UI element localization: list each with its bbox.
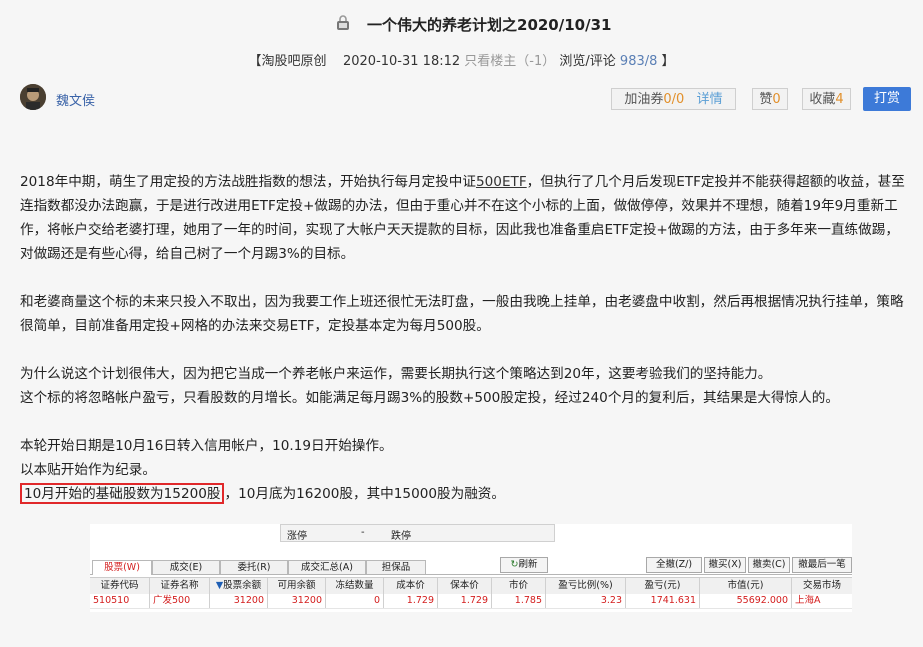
tab-orders[interactable]: 委托(R) bbox=[220, 560, 288, 574]
views-label: 浏览/评论 bbox=[559, 54, 616, 69]
cell-code: 510510 bbox=[90, 594, 150, 608]
trading-screenshot: 涨停 - 跌停 股票(W) 成交(E) 委托(R) 成交汇总(A) 担保品 ↻刷… bbox=[90, 524, 852, 612]
col-balance-label: 股票余额 bbox=[223, 580, 262, 591]
etf-link[interactable]: 500ETF bbox=[476, 174, 527, 190]
cell-name: 广发500 bbox=[150, 594, 210, 608]
paragraph-4: 本轮开始日期是10月16日转入信用帐户，10.19日开始操作。 以本贴开始作为纪… bbox=[20, 434, 910, 506]
coupon-count: 0/0 bbox=[663, 92, 685, 107]
col-pnl-ratio[interactable]: 盈亏比例(%) bbox=[546, 578, 626, 594]
p4-rest: ，10月底为16200股，其中15000股为融资。 bbox=[224, 486, 505, 502]
limit-bar: 涨停 - 跌停 bbox=[280, 524, 555, 542]
like-label: 赞 bbox=[759, 92, 773, 107]
cancel-all-button[interactable]: 全撤(Z/) bbox=[646, 557, 702, 573]
p4-line-3: 10月开始的基础股数为15200股 ，10月底为16200股，其中15000股为融… bbox=[20, 482, 910, 506]
cell-available: 31200 bbox=[268, 594, 326, 608]
paragraph-1: 2018年中期，萌生了用定投的方法战胜指数的想法，开始执行每月定投中证500ET… bbox=[20, 170, 910, 266]
col-exchange[interactable]: 交易市场 bbox=[792, 578, 852, 594]
table-row[interactable]: 510510 广发500 31200 31200 0 1.729 1.729 1… bbox=[90, 594, 852, 609]
cell-breakeven: 1.729 bbox=[438, 594, 492, 608]
col-price[interactable]: 市价 bbox=[492, 578, 546, 594]
tab-trade-summary[interactable]: 成交汇总(A) bbox=[288, 560, 366, 574]
col-cost[interactable]: 成本价 bbox=[384, 578, 438, 594]
p4-line-2: 以本贴开始作为纪录。 bbox=[20, 462, 156, 478]
avatar-image bbox=[20, 84, 46, 110]
collect-button[interactable]: 收藏4 bbox=[802, 88, 851, 110]
avatar[interactable] bbox=[20, 84, 46, 110]
post-meta: 【淘股吧原创 2020-10-31 18:12 只看楼主（-1） 浏览/评论 9… bbox=[0, 50, 923, 69]
cell-market-value: 55692.000 bbox=[700, 594, 792, 608]
paragraph-3: 为什么说这个计划很伟大，因为把它当成一个养老帐户来运作，需要长期执行这个策略达到… bbox=[20, 362, 910, 410]
author-name[interactable]: 魏文侯 bbox=[56, 90, 95, 109]
cell-price: 1.785 bbox=[492, 594, 546, 608]
only-op-link[interactable]: 只看楼主（-1） bbox=[464, 54, 555, 69]
source-label: 【淘股吧原创 bbox=[248, 54, 327, 69]
table-header: 证券代码 证券名称 ▼股票余额 可用余额 冻结数量 成本价 保本价 市价 盈亏比… bbox=[90, 577, 852, 595]
like-count: 0 bbox=[772, 92, 781, 107]
details-link[interactable]: 详情 bbox=[697, 92, 723, 107]
cell-pnl-ratio: 3.23 bbox=[546, 594, 626, 608]
tab-stocks[interactable]: 股票(W) bbox=[92, 560, 152, 575]
collect-label: 收藏 bbox=[809, 92, 836, 107]
post-header: 一个伟大的养老计划之2020/10/31 bbox=[0, 12, 923, 38]
cancel-last-button[interactable]: 撤最后一笔 bbox=[792, 557, 852, 573]
refresh-label: 刷新 bbox=[518, 559, 538, 570]
post-title: 一个伟大的养老计划之2020/10/31 bbox=[367, 16, 612, 34]
p4-line-1: 本轮开始日期是10月16日转入信用帐户，10.19日开始操作。 bbox=[20, 438, 393, 454]
views-count: 983/8 bbox=[619, 54, 658, 69]
cell-frozen: 0 bbox=[326, 594, 384, 608]
col-pnl[interactable]: 盈亏(元) bbox=[626, 578, 700, 594]
col-available[interactable]: 可用余额 bbox=[268, 578, 326, 594]
col-name[interactable]: 证券名称 bbox=[150, 578, 210, 594]
col-breakeven[interactable]: 保本价 bbox=[438, 578, 492, 594]
refresh-button[interactable]: ↻刷新 bbox=[500, 557, 548, 573]
tip-button[interactable]: 打赏 bbox=[863, 87, 911, 111]
limit-up-label: 涨停 bbox=[287, 531, 307, 542]
coupon-button[interactable]: 加油券0/0 详情 bbox=[611, 88, 736, 110]
paragraph-2: 和老婆商量这个标的未来只投入不取出，因为我要工作上班还很忙无法盯盘，一般由我晚上… bbox=[20, 294, 904, 334]
collect-count: 4 bbox=[835, 92, 844, 107]
limit-down-label: 跌停 bbox=[391, 531, 411, 542]
cell-exchange: 上海A bbox=[795, 595, 821, 606]
p3-line-1: 为什么说这个计划很伟大，因为把它当成一个养老帐户来运作，需要长期执行这个策略达到… bbox=[20, 366, 772, 382]
cancel-sell-button[interactable]: 撤卖(C) bbox=[748, 557, 790, 573]
coupon-label: 加油券 bbox=[624, 92, 664, 107]
col-market-value[interactable]: 市值(元) bbox=[700, 578, 792, 594]
p1-text-a: 2018年中期，萌生了用定投的方法战胜指数的想法，开始执行每月定投中证 bbox=[20, 174, 476, 190]
cell-pnl: 1741.631 bbox=[626, 594, 700, 608]
cell-cost: 1.729 bbox=[384, 594, 438, 608]
col-frozen[interactable]: 冻结数量 bbox=[326, 578, 384, 594]
highlighted-text: 10月开始的基础股数为15200股 bbox=[20, 483, 225, 504]
col-balance[interactable]: ▼股票余额 bbox=[210, 578, 268, 594]
lock-icon bbox=[337, 15, 349, 30]
meta-close: 】 bbox=[661, 54, 675, 69]
cell-balance: 31200 bbox=[210, 594, 268, 608]
col-code[interactable]: 证券代码 bbox=[90, 578, 150, 594]
like-button[interactable]: 赞0 bbox=[752, 88, 788, 110]
tab-collateral[interactable]: 担保品 bbox=[366, 560, 426, 574]
p3-line-2: 这个标的将忽略帐户盈亏，只看股数的月增长。如能满足每月踢3%的股数+500股定投… bbox=[20, 390, 839, 406]
cancel-buy-button[interactable]: 撤买(X) bbox=[704, 557, 746, 573]
post-datetime: 2020-10-31 18:12 bbox=[342, 54, 461, 69]
tab-trades[interactable]: 成交(E) bbox=[152, 560, 220, 574]
limit-dash: - bbox=[361, 527, 365, 538]
